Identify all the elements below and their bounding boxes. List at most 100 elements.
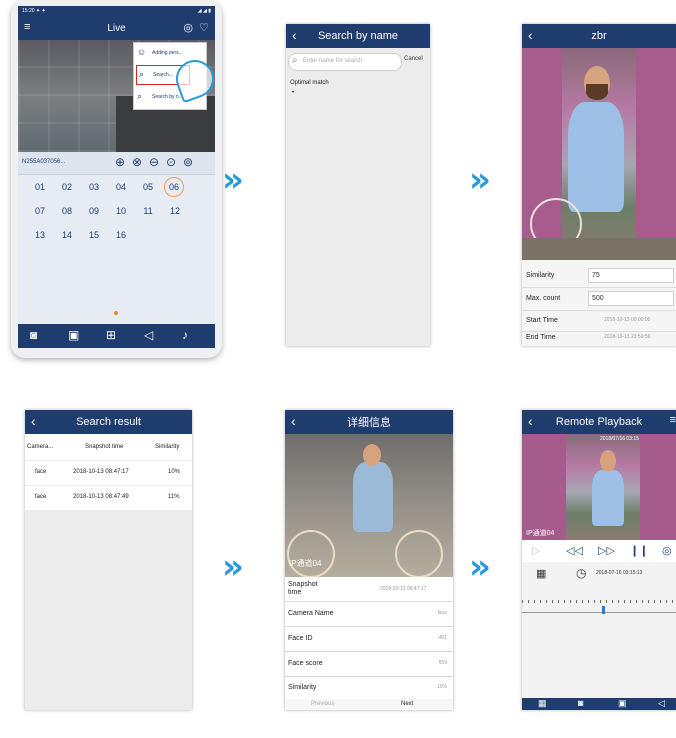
timeline-ruler[interactable] [522,588,676,613]
similarity-input[interactable]: 75 [588,268,674,283]
channel-09[interactable]: 09 [84,206,104,216]
photo-wall-left [522,434,566,540]
record-icon[interactable]: ◎ [662,544,672,557]
back-icon[interactable]: ‹ [528,28,533,42]
rewind-icon[interactable]: ⊖ [149,155,159,169]
face-score-row: Face score 559 [285,652,453,676]
search-name-icon: ⌕ [137,91,143,101]
flow-arrow: » [222,160,244,200]
forward-icon[interactable]: ⊙ [166,155,176,169]
end-time-label: End Time [526,334,556,341]
channel-overlay: IP通道04 [289,559,322,568]
timeline-cursor[interactable] [602,606,605,614]
previous-button[interactable]: Previous [311,701,334,707]
record-video-icon[interactable]: ▣ [618,698,627,709]
status-bar: 15:20 ✦ ✦ ◢ ◢ ▮ [18,6,215,18]
channel-02[interactable]: 02 [57,182,77,192]
screen-search-by-name: ‹ Search by name ⌕ Enter name for search… [286,24,430,346]
table-row[interactable]: face 2018-10-13 08:47:17 10% [25,461,192,485]
heart-icon[interactable]: ♡ [199,21,209,34]
clock-icon[interactable]: ◷ [576,566,586,580]
playback-video[interactable]: 2018/07/16 03:15 IP通道04 [522,434,676,540]
channel-03[interactable]: 03 [84,182,104,192]
page-title: Remote Playback [555,416,643,428]
menu-item-label: Search... [153,72,174,78]
zbr-header: ‹ zbr [522,24,676,48]
calendar-icon[interactable]: ▦ [536,567,546,580]
column-camera: Camera... [27,444,54,450]
channel-06-selected[interactable]: 06 [164,177,184,197]
menu-item-label: Adding pers... [152,50,183,56]
face-score-label: Face score [288,660,323,667]
menu-icon[interactable]: ≡ [670,414,676,426]
screen-detail: ‹ 详细信息 IP通道04 Snapshot time 2018-10-13 0… [285,410,453,710]
screen-search-result: ‹ Search result Camera... Snapshot time … [25,410,192,710]
back-icon[interactable]: ‹ [528,414,533,428]
channel-15[interactable]: 15 [84,230,104,240]
next-button[interactable]: Next [401,701,413,707]
photo-wall-right [640,434,676,540]
forward-icon[interactable]: ▷▷ [598,544,615,557]
menu-item-label: Search by n... [152,94,183,100]
audio-icon[interactable]: ◁ [658,698,665,709]
max-count-input[interactable]: 500 [588,291,674,306]
channel-12[interactable]: 12 [165,206,185,216]
device-name[interactable]: N255A037056... [22,159,65,165]
bottom-toolbar: ◙ ▣ ⊞ ◁ ♪ [18,324,215,348]
zoom-icon[interactable]: ⊗ [132,155,142,169]
video-timestamp: 2018/07/16 03:15 [600,436,639,442]
channel-overlay: IP通道04 [526,530,555,537]
talk-icon[interactable]: ♪ [182,328,188,342]
camera-name-value: face [437,610,447,616]
bottom-toolbar: ▦ ◙ ▣ ◁ [522,698,676,710]
channel-04[interactable]: 04 [111,182,131,192]
channel-08[interactable]: 08 [57,206,77,216]
record-video-icon[interactable]: ▣ [68,328,79,342]
back-icon[interactable]: ‹ [31,414,36,428]
start-time-value: 2018-10-13 00:00:00 [604,317,651,323]
audio-icon[interactable]: ◁ [144,328,153,342]
cell-similarity: 10% [168,469,181,475]
channel-10[interactable]: 10 [111,206,131,216]
back-icon[interactable]: ‹ [291,414,296,428]
search-header: ‹ Search by name [286,24,430,48]
end-time-row[interactable]: End Time 2018-10-13 23:59:59 [522,333,676,346]
cancel-button[interactable]: Cancel [404,56,423,62]
start-time-row[interactable]: Start Time 2018-10-13 00:00:00 [522,312,676,330]
person-head [363,444,381,466]
screen-zbr: ‹ zbr Similarity 75 Max. count 500 Start… [522,24,676,346]
channel-16[interactable]: 16 [111,230,131,240]
ptz-icon[interactable]: ⊕ [115,155,125,169]
channel-14[interactable]: 14 [57,230,77,240]
rewind-icon[interactable]: ◁◁ [566,544,583,557]
search-input[interactable]: ⌕ Enter name for search [288,53,402,71]
back-icon[interactable]: ‹ [292,28,297,42]
cell-time: 2018-10-13 08:47:17 [73,469,129,475]
table-row[interactable]: face 2018-10-13 08:47:49 11% [25,486,192,510]
cell-similarity: 11% [168,494,180,500]
record-icon[interactable]: ⊚ [183,155,193,169]
play-icon[interactable]: ▷ [532,544,540,557]
search-face-icon: ⌕ [139,69,145,79]
settings-icon[interactable]: ◎ [183,21,193,34]
channel-05[interactable]: 05 [138,182,158,192]
add-person-icon: ☺ [137,47,147,57]
channel-07[interactable]: 07 [30,206,50,216]
pause-icon[interactable]: ❙❙ [630,544,648,557]
screen-live: 15:20 ✦ ✦ ◢ ◢ ▮ ≡ Live ◎ ♡ ☺ Adding pers… [18,6,215,348]
channel-11[interactable]: 11 [138,206,158,216]
grid-icon[interactable]: ▦ [538,698,547,709]
channel-13[interactable]: 13 [30,230,50,240]
snapshot-icon[interactable]: ◙ [578,698,583,708]
max-count-label: Max. count [526,295,561,302]
layout-grid-icon[interactable]: ⊞ [106,328,116,342]
face-id-row: Face ID 401 [285,627,453,651]
snapshot-icon[interactable]: ◙ [30,328,37,342]
screen-remote-playback: ‹ Remote Playback ≡ 2018/07/16 03:15 IP通… [522,410,676,710]
similarity-row: Similarity 75 [522,266,676,286]
channel-01[interactable]: 01 [30,182,50,192]
face-score-value: 559 [438,660,447,666]
face-id-value: 401 [438,635,447,641]
similarity-label: Similarity [288,684,317,691]
similarity-value: 10% [436,684,447,690]
